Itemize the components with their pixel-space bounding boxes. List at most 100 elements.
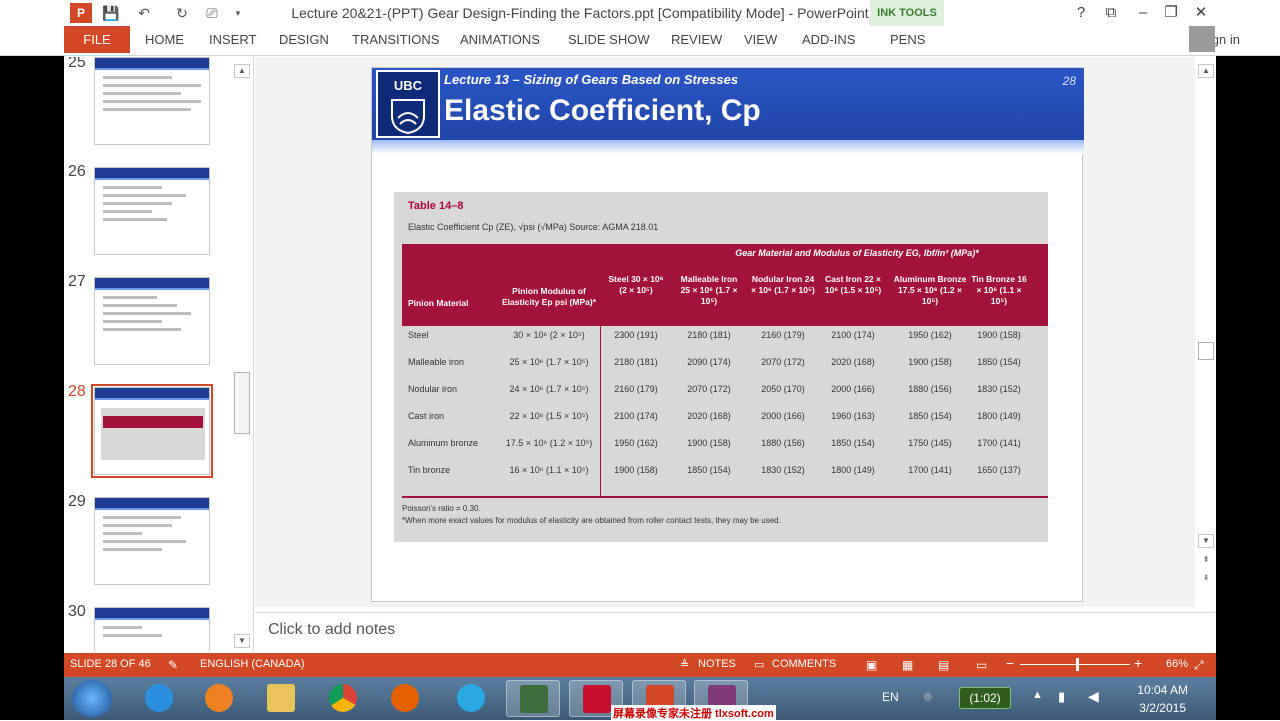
tab-slide-show[interactable]: SLIDE SHOW	[568, 32, 650, 47]
table-cell: 25 × 10⁶ (1.7 × 10⁵)	[509, 357, 589, 367]
scroll-down-arrow-icon[interactable]: ▼	[234, 634, 250, 648]
restore-button[interactable]: ❐	[1158, 2, 1184, 24]
taskbar-screen-recorder[interactable]	[506, 680, 560, 717]
reading-view-icon[interactable]: ▤	[938, 658, 949, 672]
tab-home[interactable]: HOME	[145, 32, 184, 47]
tab-add-ins[interactable]: ADD-INS	[802, 32, 855, 47]
next-slide-icon[interactable]: ⇟	[1198, 572, 1214, 586]
minimize-button[interactable]: –	[1130, 2, 1156, 24]
tab-transitions[interactable]: TRANSITIONS	[352, 32, 439, 47]
table-cell: 30 × 10⁶ (2 × 10⁵)	[513, 330, 585, 340]
volume-icon[interactable]: ◀	[1088, 688, 1099, 705]
table-cell: 1900 (158)	[687, 438, 731, 448]
clock-time: 10:04 AM	[1137, 683, 1188, 697]
table-row-label: Aluminum bronze	[408, 438, 479, 448]
network-icon[interactable]: ▮	[1058, 689, 1065, 705]
table-cell: 1700 (141)	[908, 465, 952, 475]
slide-show-icon[interactable]: ▭	[976, 658, 987, 672]
table-column-header: Aluminum Bronze 17.5 × 10⁶ (1.2 × 10⁵)	[893, 274, 967, 306]
start-button-icon[interactable]	[72, 680, 112, 717]
scroll-up-arrow-icon[interactable]: ▲	[234, 64, 250, 78]
ribbon-display-options-button[interactable]: ⧉	[1098, 2, 1124, 24]
taskbar-file-explorer[interactable]	[254, 680, 308, 717]
notes-pane[interactable]: Click to add notes	[255, 612, 1215, 650]
notes-icon[interactable]: ≜	[680, 658, 689, 671]
recording-timer[interactable]: (1:02)	[959, 687, 1011, 709]
title-bar: P 💾 ↶ ↻ ⎚ ▾ Lecture 20&21-(PPT) Gear Des…	[0, 0, 1280, 26]
fit-to-window-icon[interactable]: ⤢	[1194, 658, 1204, 673]
firefox-icon	[391, 684, 419, 712]
tab-view[interactable]: VIEW	[744, 32, 777, 47]
user-avatar-icon[interactable]	[1189, 26, 1215, 52]
slide-thumbnail-30[interactable]	[94, 607, 210, 651]
selected-slide-outline	[91, 384, 213, 478]
tab-design[interactable]: DESIGN	[279, 32, 329, 47]
system-clock[interactable]: 10:04 AM 3/2/2015	[1137, 681, 1188, 717]
language-indicator[interactable]: EN	[882, 690, 899, 704]
tray-icon[interactable]: ⌾	[924, 689, 932, 705]
folder-icon	[267, 684, 295, 712]
scroll-down-arrow-icon[interactable]: ▼	[1198, 534, 1214, 548]
chrome-icon	[329, 684, 357, 712]
table-cell: 2160 (179)	[614, 384, 658, 394]
slide-thumbnail-25[interactable]	[94, 57, 210, 145]
ubc-logo: UBC	[376, 70, 440, 138]
spelling-icon[interactable]: ✎	[168, 658, 178, 672]
ubc-logo-text: UBC	[393, 78, 423, 93]
table-cell: 2100 (174)	[614, 411, 658, 421]
table-cell: 1900 (158)	[908, 357, 952, 367]
taskbar-media-player[interactable]	[192, 680, 246, 717]
table-cell: 1850 (154)	[977, 357, 1021, 367]
slide-sorter-icon[interactable]: ▦	[902, 658, 913, 672]
notes-placeholder[interactable]: Click to add notes	[268, 621, 395, 639]
help-button[interactable]: ?	[1068, 2, 1094, 24]
table-cell: 1830 (152)	[977, 384, 1021, 394]
close-button[interactable]: ✕	[1188, 2, 1214, 24]
zoom-out-button[interactable]: −	[1006, 655, 1014, 671]
language-indicator[interactable]: ENGLISH (CANADA)	[200, 658, 305, 670]
show-hidden-icons-icon[interactable]: ▲	[1032, 689, 1043, 701]
zoom-level[interactable]: 66%	[1166, 658, 1188, 670]
ink-tools-caption: INK TOOLS	[877, 7, 937, 19]
slide-thumbnail-26[interactable]	[94, 167, 210, 255]
comments-button[interactable]: COMMENTS	[772, 658, 836, 670]
tab-animations[interactable]: ANIMATIONS	[460, 32, 540, 47]
table-row-label: Nodular iron	[408, 384, 458, 394]
table-cell: 2160 (179)	[761, 330, 805, 340]
table-column-header: Pinion Material	[408, 298, 469, 308]
previous-slide-icon[interactable]: ⇞	[1198, 554, 1214, 568]
taskbar-chrome[interactable]	[316, 680, 370, 717]
scroll-thumb[interactable]	[234, 372, 250, 434]
tab-file[interactable]: FILE	[64, 26, 130, 53]
zoom-slider-thumb[interactable]	[1075, 658, 1079, 671]
taskbar-cloud-app[interactable]	[444, 680, 498, 717]
table-cell: 1880 (156)	[761, 438, 805, 448]
zoom-in-button[interactable]: +	[1134, 655, 1142, 671]
normal-view-icon[interactable]: ▣	[866, 658, 877, 672]
table-cell: 1900 (158)	[614, 465, 658, 475]
tab-insert[interactable]: INSERT	[209, 32, 256, 47]
slide-thumbnail-27[interactable]	[94, 277, 210, 365]
notes-button[interactable]: NOTES	[698, 658, 736, 670]
table-divider	[600, 326, 601, 496]
scroll-thumb[interactable]	[1198, 342, 1214, 360]
tab-pens[interactable]: PENS	[890, 32, 925, 47]
left-letterbox	[0, 56, 64, 720]
taskbar-firefox[interactable]	[378, 680, 432, 717]
slide-title: Elastic Coefficient, Cp	[444, 94, 761, 127]
slide-thumbnail-29[interactable]	[94, 497, 210, 585]
thumb-number: 30	[68, 603, 86, 620]
windows-taskbar: 屏幕录像专家未注册 tlxsoft.com EN ⌾ (1:02) ▲ ▮ ◀ …	[64, 677, 1216, 721]
slide-canvas[interactable]: UBC Lecture 13 – Sizing of Gears Based o…	[371, 67, 1084, 602]
taskbar-internet-explorer[interactable]	[132, 680, 186, 717]
comments-icon[interactable]: ▭	[754, 658, 764, 671]
table-cell: 2180 (181)	[687, 330, 731, 340]
slide-scrollbar[interactable]: ▲ ▼ ⇞ ⇟	[1196, 62, 1216, 586]
table-cell: 2000 (166)	[761, 411, 805, 421]
scroll-up-arrow-icon[interactable]: ▲	[1198, 64, 1214, 78]
table-cell: 1700 (141)	[977, 438, 1021, 448]
thumbnail-scrollbar[interactable]: ▲ ▼	[232, 62, 252, 650]
tab-review[interactable]: REVIEW	[671, 32, 722, 47]
table-cell: 1750 (145)	[908, 438, 952, 448]
table-row-label: Cast iron	[408, 411, 445, 421]
